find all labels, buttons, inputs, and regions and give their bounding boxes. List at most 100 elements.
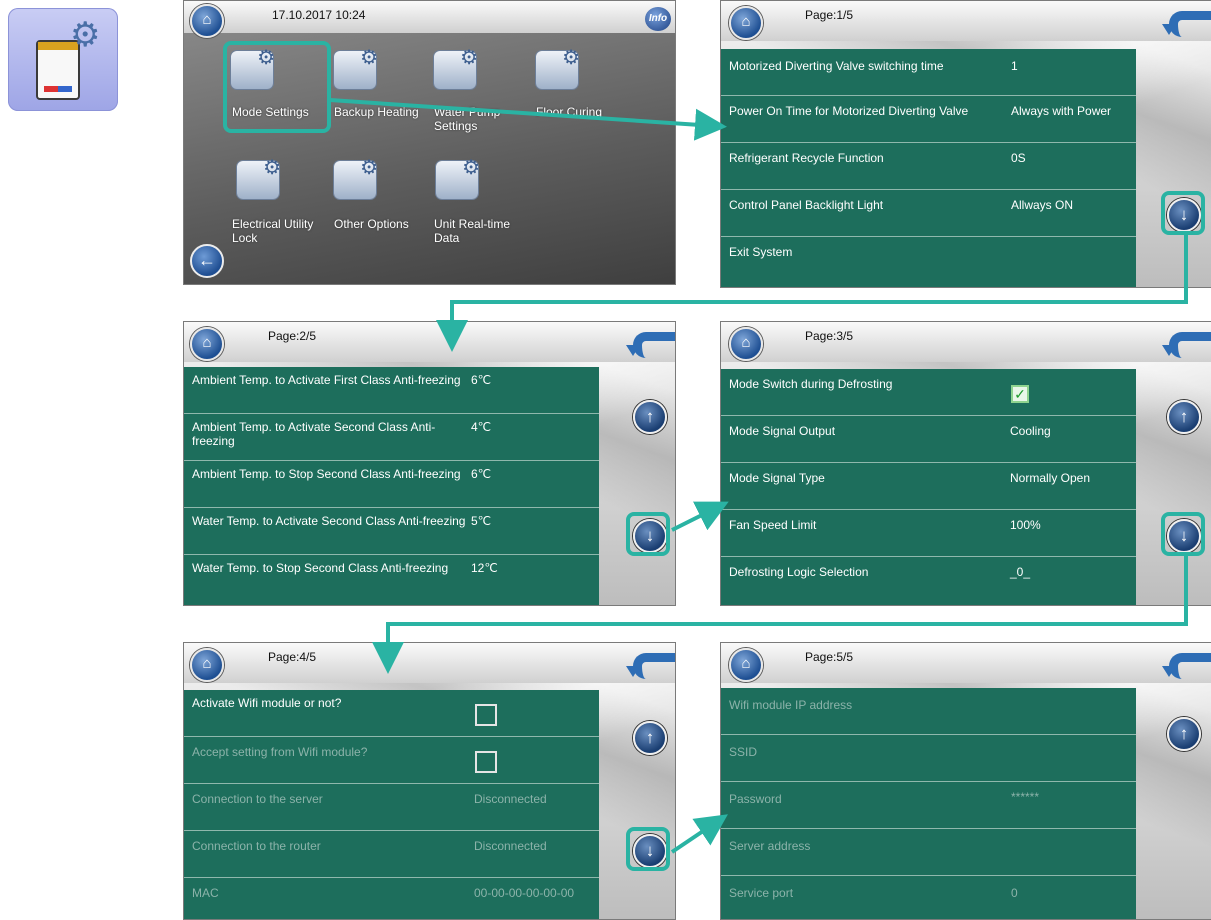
row-value: 12℃ xyxy=(471,561,498,575)
row-label: Fan Speed Limit xyxy=(729,518,817,532)
page5-screen: ⌂ Page:5/5 Wifi module IP address SSID P… xyxy=(720,642,1211,920)
row-label: Password xyxy=(729,792,782,806)
list-item[interactable]: Refrigerant Recycle Function 0S xyxy=(721,143,1136,190)
list-item[interactable]: Mode Signal Type Normally Open xyxy=(721,463,1136,510)
home-button[interactable]: ⌂ xyxy=(729,327,763,361)
row-value: 0 xyxy=(1011,886,1018,900)
checkbox-unchecked[interactable] xyxy=(475,704,497,726)
main-topbar xyxy=(184,1,675,33)
water-heater-settings-app-icon: ⚙ xyxy=(8,8,118,111)
menu-unit-realtime-data[interactable]: Unit Real-time Data xyxy=(434,217,526,245)
row-label: Control Panel Backlight Light xyxy=(729,198,884,212)
list-item[interactable]: Server address xyxy=(721,829,1136,876)
list-item[interactable]: Service port 0 xyxy=(721,876,1136,919)
menu-other-options[interactable]: Other Options xyxy=(334,217,434,231)
row-value: _0_ xyxy=(1010,565,1031,579)
return-icon[interactable] xyxy=(1162,11,1211,37)
other-options-icon[interactable]: ⚙ xyxy=(334,157,378,199)
list-item[interactable]: Ambient Temp. to Activate First Class An… xyxy=(184,367,599,414)
row-label: Activate Wifi module or not? xyxy=(192,696,342,710)
row-label: Connection to the router xyxy=(192,839,321,853)
list-item[interactable]: Fan Speed Limit 100% xyxy=(721,510,1136,557)
menu-floor-curing[interactable]: Floor Curing xyxy=(536,105,636,119)
scroll-up-button[interactable]: ↑ xyxy=(633,400,667,434)
row-value: 100% xyxy=(1010,518,1041,532)
floor-curing-icon[interactable]: ⚙ xyxy=(536,47,580,89)
row-value: Normally Open xyxy=(1010,471,1091,485)
home-button[interactable]: ⌂ xyxy=(190,4,224,38)
list-item[interactable]: Control Panel Backlight Light Allways ON xyxy=(721,190,1136,237)
return-icon[interactable] xyxy=(626,653,675,679)
settings-list: Motorized Diverting Valve switching time… xyxy=(721,49,1136,287)
checkbox-unchecked[interactable] xyxy=(475,751,497,773)
list-item[interactable]: Defrosting Logic Selection _0_ xyxy=(721,557,1136,605)
row-label: Water Temp. to Stop Second Class Anti-fr… xyxy=(192,561,449,575)
return-icon[interactable] xyxy=(626,332,675,358)
list-item[interactable]: Accept setting from Wifi module? xyxy=(184,737,599,784)
return-icon[interactable] xyxy=(1162,332,1211,358)
return-icon[interactable] xyxy=(1162,653,1211,679)
datetime: 17.10.2017 10:24 xyxy=(272,8,366,22)
row-label: Water Temp. to Activate Second Class Ant… xyxy=(192,514,466,528)
page2-screen: ⌂ Page:2/5 Ambient Temp. to Activate Fir… xyxy=(183,321,676,606)
row-label: Ambient Temp. to Stop Second Class Anti-… xyxy=(192,467,461,481)
page3-screen: ⌂ Page:3/5 Mode Switch during Defrosting… xyxy=(720,321,1211,606)
list-item[interactable]: Ambient Temp. to Activate Second Class A… xyxy=(184,414,599,461)
list-item[interactable]: Connection to the router Disconnected xyxy=(184,831,599,878)
list-item[interactable]: Password ****** xyxy=(721,782,1136,829)
list-item[interactable]: Activate Wifi module or not? xyxy=(184,690,599,737)
gear-icon: ⚙ xyxy=(70,15,101,55)
row-label: Ambient Temp. to Activate Second Class A… xyxy=(192,420,436,448)
page-title: Page:4/5 xyxy=(268,650,317,664)
home-button[interactable]: ⌂ xyxy=(190,327,224,361)
electrical-lock-icon[interactable]: ⚙ xyxy=(237,157,281,199)
scroll-up-button[interactable]: ↑ xyxy=(633,721,667,755)
row-label: Refrigerant Recycle Function xyxy=(729,151,884,165)
menu-electrical-utility-lock[interactable]: Electrical Utility Lock xyxy=(232,217,324,245)
home-button[interactable]: ⌂ xyxy=(729,648,763,682)
settings-list: Ambient Temp. to Activate First Class An… xyxy=(184,367,599,605)
list-item[interactable]: Motorized Diverting Valve switching time… xyxy=(721,49,1136,96)
scroll-up-button[interactable]: ↑ xyxy=(1167,717,1201,751)
list-item[interactable]: Exit System xyxy=(721,237,1136,287)
home-button[interactable]: ⌂ xyxy=(729,6,763,40)
back-button[interactable]: ← xyxy=(190,244,224,278)
settings-list: Wifi module IP address SSID Password ***… xyxy=(721,688,1136,919)
info-button[interactable]: Info xyxy=(645,7,671,31)
list-item[interactable]: Power On Time for Motorized Diverting Va… xyxy=(721,96,1136,143)
settings-list: Mode Switch during Defrosting ✓ Mode Sig… xyxy=(721,369,1136,605)
list-item[interactable]: Ambient Temp. to Stop Second Class Anti-… xyxy=(184,461,599,508)
scroll-up-button[interactable]: ↑ xyxy=(1167,400,1201,434)
checkbox-checked[interactable]: ✓ xyxy=(1011,385,1029,403)
list-item[interactable]: Mode Signal Output Cooling xyxy=(721,416,1136,463)
row-value: Always with Power xyxy=(1011,104,1112,118)
page1-topbar xyxy=(721,1,1211,41)
backup-heating-icon[interactable]: ⚙ xyxy=(334,47,378,89)
row-value: 5℃ xyxy=(471,514,492,528)
scroll-down-highlight xyxy=(626,512,670,556)
menu-backup-heating[interactable]: Backup Heating xyxy=(334,105,434,119)
row-value: 6℃ xyxy=(471,467,492,481)
row-label: SSID xyxy=(729,745,758,759)
row-label: Wifi module IP address xyxy=(729,698,853,712)
page3-topbar xyxy=(721,322,1211,362)
arrow-to-page3 xyxy=(671,501,729,532)
menu-water-pump-settings[interactable]: Water Pump Settings xyxy=(434,105,512,133)
list-item[interactable]: MAC 00-00-00-00-00-00 xyxy=(184,878,599,919)
page-title: Page:2/5 xyxy=(268,329,317,343)
realtime-data-icon[interactable]: ⚙ xyxy=(436,157,480,199)
list-item[interactable]: Wifi module IP address xyxy=(721,688,1136,735)
list-item[interactable]: SSID xyxy=(721,735,1136,782)
page1-screen: ⌂ Page:1/5 Motorized Diverting Valve swi… xyxy=(720,0,1211,288)
water-pump-icon[interactable]: ⚙ xyxy=(434,47,478,89)
list-item[interactable]: Water Temp. to Stop Second Class Anti-fr… xyxy=(184,555,599,605)
home-button[interactable]: ⌂ xyxy=(190,648,224,682)
row-label: Connection to the server xyxy=(192,792,323,806)
page4-screen: ⌂ Page:4/5 Activate Wifi module or not? … xyxy=(183,642,676,920)
list-item[interactable]: Water Temp. to Activate Second Class Ant… xyxy=(184,508,599,555)
row-label: MAC xyxy=(192,886,219,900)
row-label: Service port xyxy=(729,886,794,900)
list-item[interactable]: Mode Switch during Defrosting ✓ xyxy=(721,369,1136,416)
arrow-to-page5 xyxy=(670,814,728,854)
list-item[interactable]: Connection to the server Disconnected xyxy=(184,784,599,831)
